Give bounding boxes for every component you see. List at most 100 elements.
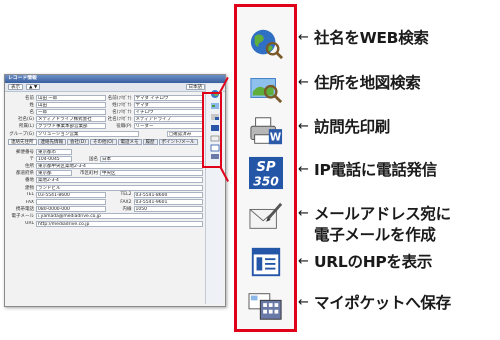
arrow-icon: ← bbox=[298, 295, 309, 310]
address-field[interactable]: 東京都中央区築地2-3-4 bbox=[36, 163, 203, 170]
form-row: 名前 山田 一郎 名前(ﾌﾘｶﾞﾅ) ヤマダ イチロウ bbox=[8, 94, 203, 101]
building-field[interactable]: ランドビル bbox=[36, 184, 203, 191]
field-value[interactable]: メディアドライブ bbox=[133, 116, 203, 123]
field-value[interactable]: メディアドライブ株式会社 bbox=[36, 116, 106, 123]
tab-other[interactable]: その他(O) bbox=[89, 139, 117, 146]
field-label: 都道府県 bbox=[16, 171, 34, 177]
form-row: 社名(G) メディアドライブ株式会社 社名(ﾌﾘｶﾞﾅ) メディアドライブ bbox=[8, 116, 203, 123]
field-value[interactable]: クラウド事業本部営業部 bbox=[36, 123, 106, 130]
arrow-icon: ← bbox=[298, 162, 309, 177]
field-label: 姓 bbox=[29, 102, 35, 108]
form-row: 建物 ランドビル bbox=[8, 184, 203, 191]
field-label: 名前 bbox=[25, 95, 34, 101]
tab-phone-memo[interactable]: 電話メモ bbox=[117, 139, 142, 146]
email-field[interactable]: i.yamada@mediadrive.co.jp bbox=[36, 213, 203, 220]
url-field[interactable]: http://mediadrive.co.jp bbox=[36, 220, 203, 227]
field-value[interactable]: 山田 一郎 bbox=[36, 94, 106, 101]
my-pocket-icon[interactable] bbox=[246, 288, 286, 324]
field-label: 社名(G) bbox=[18, 117, 34, 123]
form-row: 都道府県 東京都 市区町村 中央区 bbox=[8, 170, 203, 177]
svg-text:W: W bbox=[270, 131, 282, 143]
street-field[interactable]: 築地2-3-4 bbox=[36, 177, 203, 184]
form-row: 電子メール i.yamada@mediadrive.co.jp bbox=[8, 213, 203, 220]
window-toolbar: 表示 ▲ ▼ 日本語 bbox=[5, 83, 225, 92]
field-label: 名(ﾌﾘｶﾞﾅ) bbox=[112, 109, 132, 115]
city-field[interactable]: 中央区 bbox=[100, 170, 203, 177]
tab-company[interactable]: 会社(D) bbox=[67, 139, 89, 146]
confirmed-checkbox[interactable]: □確認済み bbox=[167, 130, 203, 137]
field-value[interactable]: ソリューション営業 bbox=[36, 130, 139, 137]
map-search-icon[interactable] bbox=[246, 70, 286, 106]
arrow-icon: ← bbox=[298, 206, 309, 221]
feature-label-mail-line1: メールアドレス宛に bbox=[314, 205, 451, 223]
contact-record-window: レコード情報 表示 ▲ ▼ 日本語 名前 山田 一郎 名前(ﾌﾘｶﾞﾅ) ヤマダ… bbox=[4, 74, 226, 307]
form-row: 名 一郎 名(ﾌﾘｶﾞﾅ) イチロウ bbox=[8, 108, 203, 115]
form-row: 所属(L) クラウド事業本部営業部 役職(P) リーダー bbox=[8, 123, 203, 130]
form-row: 郵便番号 東京都市 bbox=[8, 148, 203, 155]
mobile-field[interactable]: 080-0000-000 bbox=[36, 206, 106, 213]
field-label: 住所 bbox=[25, 164, 34, 170]
country-field[interactable]: 日本 bbox=[100, 155, 203, 162]
tel-field[interactable]: 03-5541-8600 bbox=[36, 191, 106, 198]
field-label: 番地 bbox=[25, 178, 34, 184]
field-label: 郵便番号 bbox=[16, 149, 34, 155]
nav-arrows-button[interactable]: ▲ ▼ bbox=[26, 84, 41, 90]
field-label: FAX2 bbox=[120, 199, 132, 205]
prefecture-field[interactable]: 東京都 bbox=[36, 170, 72, 177]
record-tabs: 連絡先住所 連絡先情報 会社(D) その他(O) 電話メモ 履歴 ポイント/メー… bbox=[8, 139, 225, 146]
field-label: TEL bbox=[25, 192, 34, 198]
form-row: URL http://mediadrive.co.jp bbox=[8, 220, 203, 227]
skype-350-icon[interactable]: SP 350 bbox=[246, 155, 286, 191]
mail-pencil-icon[interactable] bbox=[246, 199, 286, 235]
field-label: 名 bbox=[29, 109, 35, 115]
feature-icon-panel: W SP 350 bbox=[234, 4, 297, 332]
field-value[interactable]: 山田 bbox=[36, 101, 106, 108]
extension-field[interactable]: 1050 bbox=[133, 206, 203, 213]
feature-label-my-pocket: マイポケットへ保存 bbox=[314, 294, 451, 312]
address-fields: 郵便番号 東京都市 〒 104-0045 国名 日本 住所 東京都中央区築地2-… bbox=[5, 146, 225, 227]
tab-address[interactable]: 連絡先住所 bbox=[8, 139, 37, 146]
view-menu-button[interactable]: 表示 bbox=[8, 84, 23, 90]
feature-label-print: 訪問先印刷 bbox=[314, 118, 391, 136]
field-label: グループ(G) bbox=[9, 131, 34, 137]
form-row: TEL 03-5541-8600 TEL2 03-5541-8600 bbox=[8, 191, 203, 198]
form-row: グループ(G) ソリューション営業 □確認済み bbox=[8, 130, 203, 137]
tab-history[interactable]: 履歴 bbox=[142, 139, 158, 146]
field-label: 市区町村 bbox=[80, 171, 98, 177]
web-page-icon[interactable] bbox=[246, 244, 286, 280]
field-label: 〒 bbox=[29, 156, 35, 162]
skype-bottom-text: 350 bbox=[253, 174, 279, 188]
tab-point-mail[interactable]: ポイント/メール bbox=[158, 139, 198, 146]
feature-label-mail-line2: 電子メールを作成 bbox=[314, 226, 436, 244]
arrow-icon: ← bbox=[298, 30, 309, 45]
fax-field[interactable] bbox=[36, 199, 106, 206]
feature-label-map-search: 住所を地図検索 bbox=[314, 74, 421, 92]
form-row: 携帯電話 080-0000-000 内線 1050 bbox=[8, 206, 203, 213]
arrow-icon: ← bbox=[298, 75, 309, 90]
language-select[interactable]: 日本語 bbox=[185, 84, 205, 90]
field-label: 社名(ﾌﾘｶﾞﾅ) bbox=[107, 117, 132, 123]
form-row: 〒 104-0045 国名 日本 bbox=[8, 155, 203, 162]
field-label: 携帯電話 bbox=[16, 207, 34, 213]
field-value[interactable]: ヤマダ bbox=[133, 101, 203, 108]
field-value[interactable]: イチロウ bbox=[133, 108, 203, 115]
arrow-icon: ← bbox=[298, 254, 309, 269]
tel2-field[interactable]: 03-5541-8600 bbox=[133, 191, 203, 198]
form-row: 住所 東京都中央区築地2-3-4 bbox=[8, 163, 203, 170]
name-fields: 名前 山田 一郎 名前(ﾌﾘｶﾞﾅ) ヤマダ イチロウ 姓 山田 姓(ﾌﾘｶﾞﾅ… bbox=[5, 92, 225, 137]
field-value[interactable]: 一郎 bbox=[36, 108, 106, 115]
fax2-field[interactable]: 03-5541-9601 bbox=[133, 199, 203, 206]
field-label: 名前(ﾌﾘｶﾞﾅ) bbox=[107, 95, 132, 101]
print-word-icon[interactable]: W bbox=[246, 113, 286, 149]
tab-contact[interactable]: 連絡先情報 bbox=[37, 139, 66, 146]
feature-label-ip-call: IP電話に電話発信 bbox=[314, 161, 437, 179]
field-value[interactable]: リーダー bbox=[133, 123, 203, 130]
field-label: 電子メール bbox=[11, 214, 35, 220]
postal-code-field[interactable]: 104-0045 bbox=[36, 155, 72, 162]
form-row: 番地 築地2-3-4 bbox=[8, 177, 203, 184]
globe-search-icon[interactable] bbox=[246, 25, 286, 61]
field-value[interactable]: 東京都市 bbox=[36, 148, 72, 155]
field-label: TEL2 bbox=[120, 192, 132, 198]
field-label: 国名 bbox=[89, 156, 98, 162]
field-value[interactable]: ヤマダ イチロウ bbox=[133, 94, 203, 101]
